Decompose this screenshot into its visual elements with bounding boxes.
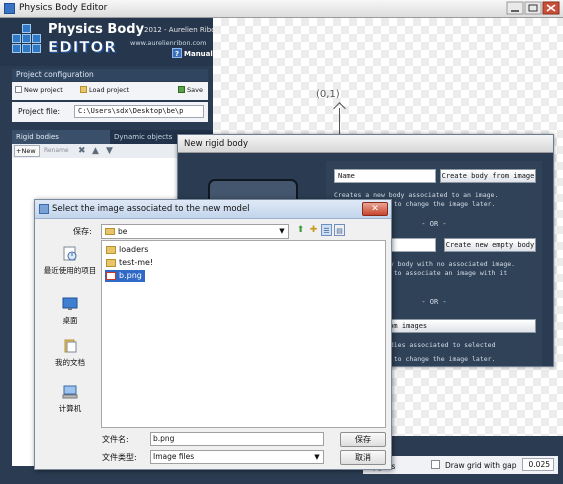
java-app-icon [39, 204, 49, 214]
list-item[interactable]: loaders [105, 244, 151, 256]
save-label: Save [187, 86, 203, 94]
close-icon[interactable]: ✕ [362, 202, 388, 216]
save-project-button[interactable]: Save [178, 86, 203, 94]
logo-title: Physics Body [48, 22, 145, 37]
project-file-label: Project file: [18, 107, 60, 116]
create-empty-desc-2: le to associate an image with it [382, 269, 508, 277]
project-config-header: Project configuration [12, 69, 208, 81]
folder-icon [105, 228, 115, 235]
list-item-selected[interactable]: b.png [105, 270, 145, 282]
save-button[interactable]: 保存 [340, 432, 386, 447]
look-in-combo[interactable]: be ▼ [101, 224, 289, 239]
place-desktop[interactable]: 桌面 [41, 296, 99, 326]
delete-icon[interactable]: ✖ [78, 146, 88, 156]
load-project-icon [80, 86, 87, 93]
app-icon [4, 3, 15, 14]
list-view-icon[interactable]: ☰ [321, 224, 332, 236]
place-recent-label: 最近使用的项目 [43, 266, 97, 275]
create-from-images-desc-1: bodies associated to selected [382, 341, 496, 349]
file-dialog-titlebar: Select the image associated to the new m… [35, 200, 391, 219]
recent-places-icon [63, 246, 77, 261]
body-toolbar: +New Rename ✖ ▲ ▼ [12, 144, 180, 158]
new-project-label: New project [24, 86, 63, 94]
axis-label: (0,1) [316, 89, 340, 100]
main-titlebar: Physics Body Editor [0, 0, 563, 18]
file-name: loaders [119, 245, 149, 254]
image-file-icon [106, 272, 116, 280]
current-folder-name: be [118, 227, 128, 236]
arrow-up-icon[interactable]: ▲ [92, 146, 102, 156]
logo-year-author: 2012 - Aurelien Ribon [144, 26, 220, 34]
file-chooser-dialog: Select the image associated to the new m… [34, 199, 392, 470]
logo-editor: EDITOR [48, 38, 117, 57]
new-folder-icon[interactable]: ✚ [308, 224, 319, 236]
place-computer[interactable]: 计算机 [41, 384, 99, 414]
draw-grid-checkbox[interactable] [431, 460, 440, 469]
new-project-icon [15, 86, 22, 93]
save-in-label: 保存: [73, 227, 92, 236]
new-body-label: New [21, 147, 36, 155]
project-toolbar: New project Load project Save [12, 82, 208, 100]
help-icon: ? [172, 48, 182, 58]
rigid-dialog-titlebar: New rigid body [178, 135, 553, 153]
file-name: test-me! [119, 258, 154, 267]
window-controls[interactable] [505, 1, 561, 16]
load-project-label: Load project [89, 86, 130, 94]
chevron-down-icon: ▼ [279, 227, 285, 235]
new-project-button[interactable]: New project [15, 86, 63, 94]
place-desktop-label: 桌面 [62, 316, 78, 325]
up-folder-icon[interactable]: ⬆ [295, 224, 306, 236]
folder-icon [106, 246, 116, 254]
grid-gap-field[interactable]: 0.025 [522, 458, 554, 471]
manual-link[interactable]: ? Manual [172, 48, 213, 58]
folder-icon [106, 259, 116, 267]
rename-body-button[interactable]: Rename [44, 147, 69, 154]
computer-icon [62, 385, 78, 399]
file-type-label: 文件类型: [102, 453, 137, 462]
file-type-select[interactable]: Image files ▼ [150, 450, 324, 464]
create-empty-desc-1: pty body with no associated image. [382, 260, 516, 268]
tab-rigid-bodies[interactable]: Rigid bodies [12, 130, 110, 144]
file-dialog-title: Select the image associated to the new m… [52, 204, 250, 214]
file-type-value: Image files [153, 452, 195, 461]
places-bar: 最近使用的项目 桌面 我的文档 计算机 [41, 242, 96, 457]
logo-website: www.aurelienribon.com [130, 39, 207, 47]
new-body-button[interactable]: +New [14, 145, 40, 157]
arrow-down-icon[interactable]: ▼ [106, 146, 116, 156]
create-from-images-desc-2: le to change the image later. [382, 355, 496, 363]
chevron-down-icon: ▼ [314, 453, 320, 461]
window-controls-icon[interactable] [505, 1, 561, 16]
create-from-image-button[interactable]: Create body from image [440, 169, 536, 183]
draw-grid-label: Draw grid with gap [445, 461, 517, 470]
rigid-dialog-title: New rigid body [184, 139, 248, 149]
desktop-icon [62, 297, 78, 310]
cancel-button[interactable]: 取消 [340, 450, 386, 465]
logo-area: Physics Body 2012 - Aurelien Ribon EDITO… [0, 18, 220, 66]
project-file-field[interactable]: C:\Users\sdx\Desktop\be\p [74, 105, 204, 118]
file-name-field[interactable]: b.png [150, 432, 324, 446]
place-computer-label: 计算机 [58, 404, 82, 413]
documents-icon [64, 339, 77, 353]
list-item[interactable]: test-me! [105, 257, 156, 269]
manual-label: Manual [184, 50, 213, 58]
file-list[interactable]: loaders test-me! b.png [101, 240, 386, 428]
create-from-image-desc-2: le to change the image later. [382, 200, 496, 208]
save-icon [178, 86, 185, 93]
place-recent[interactable]: 最近使用的项目 [41, 246, 99, 276]
file-name-label: 文件名: [102, 435, 129, 444]
project-file-row: Project file: C:\Users\sdx\Desktop\be\p [12, 102, 208, 122]
place-documents[interactable]: 我的文档 [41, 338, 99, 368]
logo-blocks-icon [12, 24, 42, 58]
window-title: Physics Body Editor [19, 3, 108, 13]
load-project-button[interactable]: Load project [80, 86, 129, 94]
body-name-field[interactable]: Name [334, 169, 436, 183]
place-documents-label: 我的文档 [55, 358, 85, 367]
details-view-icon[interactable]: ▤ [334, 224, 345, 236]
file-name: b.png [119, 271, 142, 280]
create-empty-body-button[interactable]: Create new empty body [444, 238, 536, 252]
